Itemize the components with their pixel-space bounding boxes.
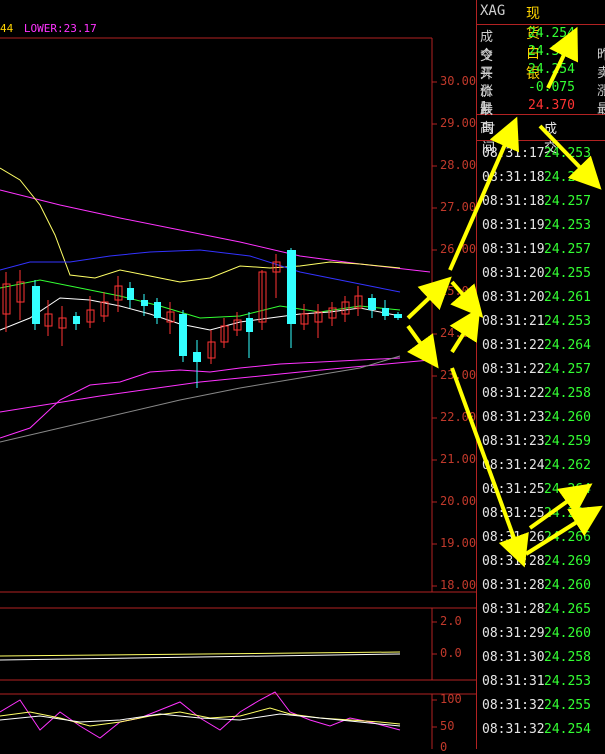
quote-edge-low: 最 [597, 102, 605, 117]
quote-value-trade: 24.254 [528, 26, 575, 41]
tick-price: 24.260 [544, 578, 591, 593]
tick-price: 24.253 [544, 314, 591, 329]
tick-time: 08:31:31 [482, 674, 545, 689]
quote-edge-change: 涨 [597, 84, 605, 99]
tick-price: 24.261 [544, 290, 591, 305]
tick-time: 08:31:20 [482, 266, 545, 281]
tick-time: 08:31:23 [482, 410, 545, 425]
y-axis-ticks [432, 81, 437, 587]
tick-price: 24.265 [544, 602, 591, 617]
tick-price: 24.260 [544, 626, 591, 641]
tick-time: 08:31:21 [482, 314, 545, 329]
tick-time: 08:31:22 [482, 362, 545, 377]
tick-time: 08:31:25 [482, 506, 545, 521]
kdj-axis-label: 50 [440, 719, 455, 733]
tick-time: 08:31:28 [482, 602, 545, 617]
tick-price: 24.253 [544, 674, 591, 689]
tick-price: 24.258 [544, 650, 591, 665]
tick-price: 24.257 [544, 362, 591, 377]
tick-price: 24.257 [544, 242, 591, 257]
quote-value-high: 24.370 [528, 98, 575, 113]
tick-price: 24.259 [544, 434, 591, 449]
lower-trendline [0, 359, 431, 413]
tick-time: 08:31:26 [482, 530, 545, 545]
ma-green [0, 279, 401, 319]
tick-time: 08:31:25 [482, 482, 545, 497]
tick-time: 08:31:17 [482, 146, 545, 161]
macd-axis-label: 0.0 [440, 646, 462, 660]
kdj-axis-label: 0 [440, 740, 448, 754]
tick-time: 08:31:32 [482, 698, 545, 713]
kdj-axis-label: 100 [440, 692, 462, 706]
tick-price: 24.253 [544, 146, 591, 161]
tick-time: 08:31:32 [482, 722, 545, 737]
ticks-list[interactable]: 08:31:17 24.253 08:31:18 24.257 08:31:18 24… [476, 146, 605, 746]
tick-price: 24.255 [544, 698, 591, 713]
tick-time: 08:31:28 [482, 554, 545, 569]
tick-price: 24.257 [544, 170, 591, 185]
symbol-code: XAG [480, 3, 506, 19]
ma-blue [0, 249, 401, 293]
tick-price: 24.258 [544, 386, 591, 401]
quote-edge-prevclose: 昨 [597, 48, 605, 63]
lower-band [0, 357, 401, 439]
tick-price: 24.253 [544, 218, 591, 233]
ma-white [0, 297, 401, 331]
quote-value-change: -0.075 [528, 80, 575, 95]
quote-value-bid: 24.254 [528, 62, 575, 77]
ma-gray-slow [0, 355, 401, 443]
tick-price: 24.264 [544, 506, 591, 521]
macd-axis-label: 2.0 [440, 614, 462, 628]
tick-time: 08:31:22 [482, 338, 545, 353]
tick-time: 08:31:19 [482, 218, 545, 233]
quote-edge-ask: 卖 [597, 66, 605, 81]
quote-value-open: 24.314 [528, 44, 575, 59]
tick-time: 08:31:22 [482, 386, 545, 401]
tick-price: 24.262 [544, 458, 591, 473]
tick-price: 24.266 [544, 530, 591, 545]
tick-price: 24.257 [544, 194, 591, 209]
tick-time: 08:31:19 [482, 242, 545, 257]
tick-time: 08:31:24 [482, 458, 545, 473]
tick-price: 24.260 [544, 410, 591, 425]
tick-time: 08:31:30 [482, 650, 545, 665]
tick-price: 24.254 [544, 722, 591, 737]
tick-time: 08:31:18 [482, 170, 545, 185]
ma-yellow-fast [0, 167, 401, 283]
tick-price: 24.264 [544, 482, 591, 497]
kdj-d-line [0, 707, 401, 727]
tick-time: 08:31:29 [482, 626, 545, 641]
kdj-k-line [0, 691, 401, 739]
tick-time: 08:31:20 [482, 290, 545, 305]
tick-price: 24.264 [544, 338, 591, 353]
tick-time: 08:31:28 [482, 578, 545, 593]
tick-time: 08:31:23 [482, 434, 545, 449]
kline-chart[interactable] [0, 0, 476, 749]
tick-price: 24.255 [544, 266, 591, 281]
tick-price: 24.269 [544, 554, 591, 569]
tick-time: 08:31:18 [482, 194, 545, 209]
